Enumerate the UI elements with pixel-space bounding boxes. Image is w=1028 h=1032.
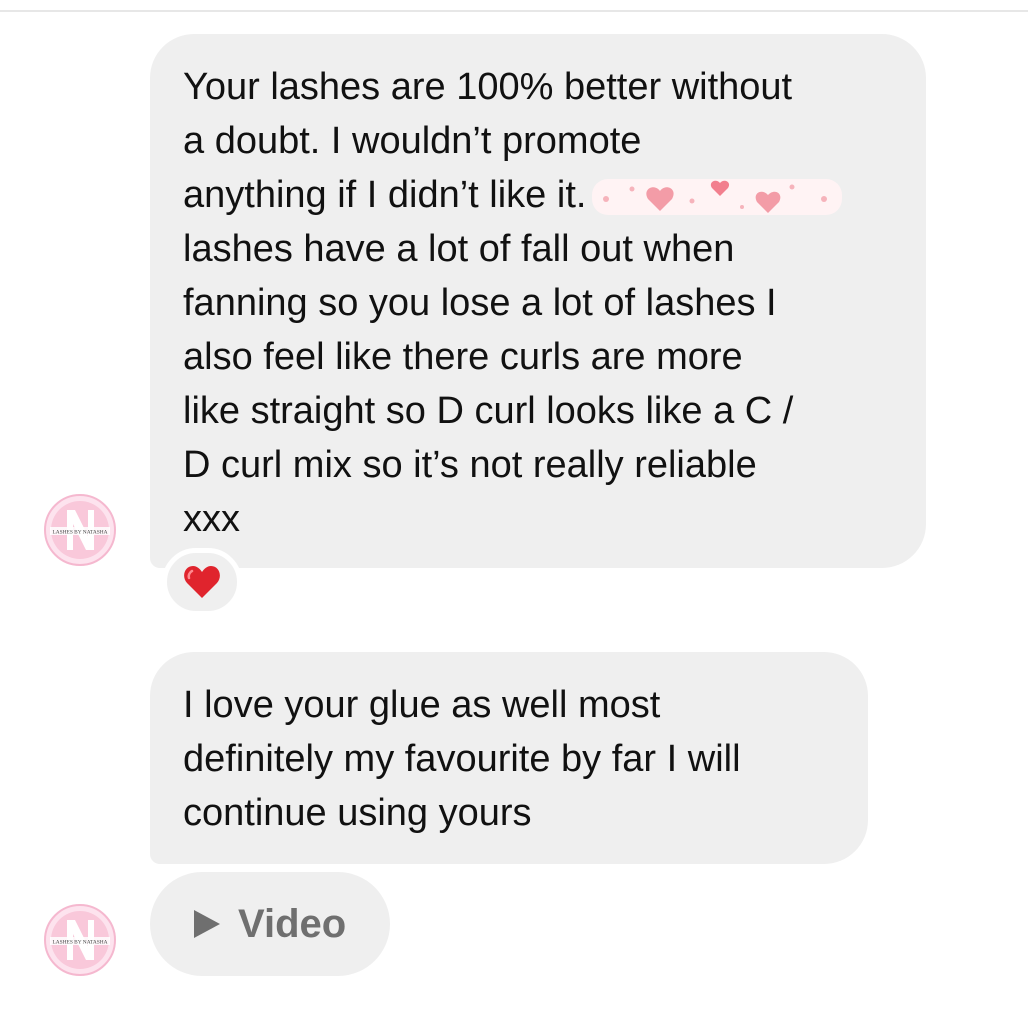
message-line: continue using yours (183, 792, 532, 834)
message-line: D curl mix so it’s not really reliable (183, 444, 757, 486)
top-divider (0, 10, 1028, 12)
svg-text:LASHES BY NATASHA: LASHES BY NATASHA (52, 940, 107, 946)
message-line-with-redaction: anything if I didn’t like it. (183, 168, 906, 222)
video-attachment[interactable]: Video (150, 872, 390, 976)
message-line: lashes have a lot of fall out when (183, 228, 735, 270)
message-line: I love your glue as well most (183, 684, 661, 726)
message-line: definitely my favourite by far I will (183, 738, 741, 780)
message-line: xxx (183, 498, 240, 540)
message-line: a doubt. I wouldn’t promote (183, 120, 642, 162)
heart-icon (184, 566, 220, 598)
message-bubble[interactable]: I love your glue as well most definitely… (150, 652, 868, 864)
avatar[interactable]: LASHES BY NATASHA (44, 904, 116, 976)
avatar-logo: LASHES BY NATASHA (44, 494, 116, 566)
avatar[interactable]: LASHES BY NATASHA (44, 494, 116, 566)
redaction-sticker (592, 178, 843, 215)
message-line: also feel like there curls are more (183, 336, 743, 378)
svg-text:LASHES BY NATASHA: LASHES BY NATASHA (52, 530, 107, 536)
message-line: Your lashes are 100% better without (183, 66, 793, 108)
message-bubble[interactable]: Your lashes are 100% better without a do… (150, 34, 926, 568)
video-label: Video (238, 901, 347, 946)
message-line-text: anything if I didn’t like it. (183, 174, 587, 216)
message-line: like straight so D curl looks like a C / (183, 390, 794, 432)
reaction-badge[interactable] (162, 548, 242, 616)
avatar-logo: LASHES BY NATASHA (44, 904, 116, 976)
play-icon (194, 910, 220, 938)
message-line: fanning so you lose a lot of lashes I (183, 282, 777, 324)
